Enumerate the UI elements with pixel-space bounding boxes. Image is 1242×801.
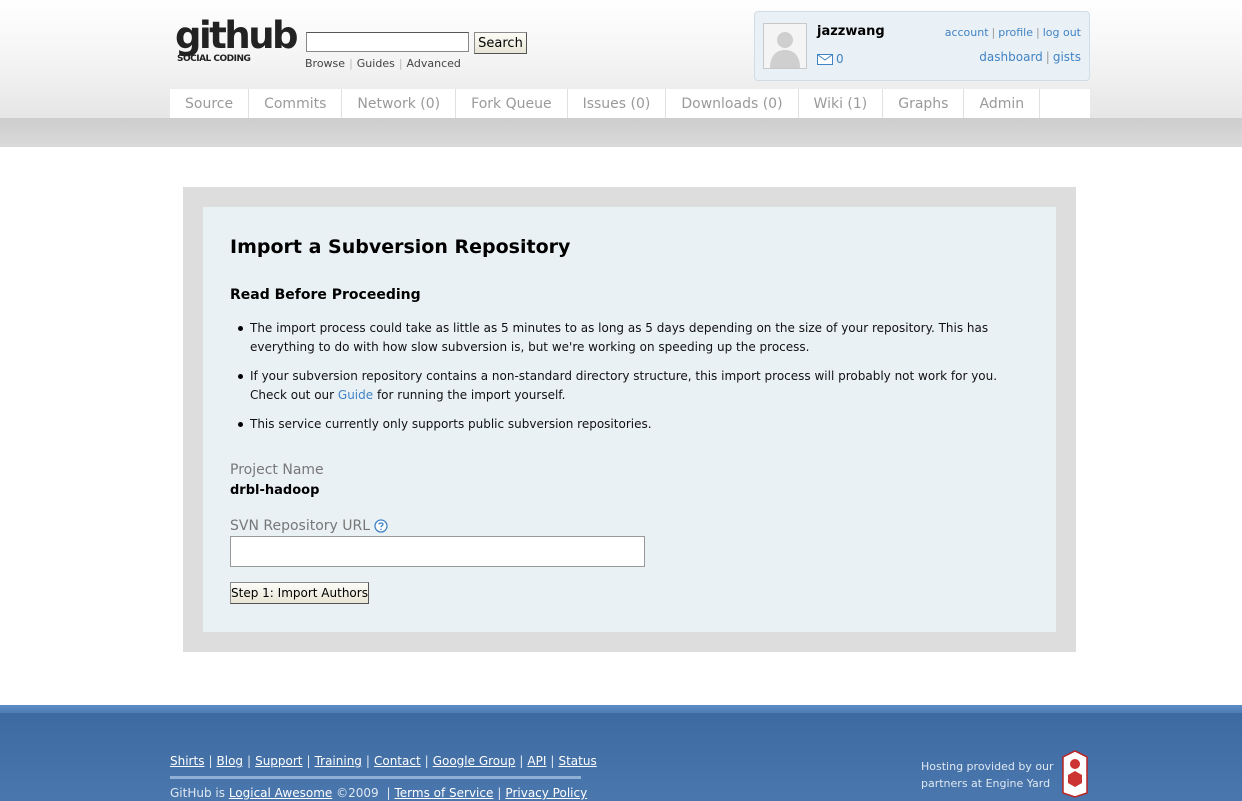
advanced-link[interactable]: Advanced	[407, 57, 461, 70]
logical-awesome-link[interactable]: Logical Awesome	[229, 786, 332, 800]
hosting-line: partners at Engine Yard	[921, 777, 1051, 790]
page-title: Import a Subversion Repository	[230, 236, 571, 258]
svn-url-label-text: SVN Repository URL	[230, 518, 371, 534]
gists-link[interactable]: gists	[1053, 50, 1081, 64]
list-item: If your subversion repository contains a…	[238, 367, 1035, 405]
footer-copyright: GitHub is Logical Awesome ©2009 | Terms o…	[170, 786, 588, 800]
project-name-label: Project Name	[230, 462, 324, 478]
footer-link-google-group[interactable]: Google Group	[433, 754, 516, 768]
repo-tabs: Source Commits Network (0) Fork Queue Is…	[170, 89, 1090, 118]
svn-url-input[interactable]	[230, 536, 645, 567]
import-authors-button[interactable]: Step 1: Import Authors	[230, 582, 369, 604]
account-links: account | profile | log out	[944, 26, 1081, 39]
footer-links: Shirts | Blog | Support | Training | Contact | Goo…	[170, 754, 597, 768]
username[interactable]: jazzwang	[817, 24, 885, 39]
engine-yard-logo-icon[interactable]	[1059, 749, 1091, 799]
site-footer: Shirts | Blog | Support | Training | Contact | Goo…	[0, 705, 1242, 801]
dashboard-links: dashboard | gists	[979, 50, 1081, 64]
import-panel: Import a Subversion Repository Read Befo…	[203, 207, 1056, 632]
privacy-link[interactable]: Privacy Policy	[505, 786, 587, 800]
footer-link-support[interactable]: Support	[255, 754, 302, 768]
tab-admin[interactable]: Admin	[964, 89, 1041, 118]
tab-source[interactable]: Source	[170, 89, 250, 118]
search-links: Browse | Guides | Advanced	[305, 57, 461, 70]
tab-wiki[interactable]: Wiki (1)	[799, 89, 884, 118]
list-item: The import process could take as little …	[238, 319, 1035, 357]
hosting-note: Hosting provided by our partners at Engi…	[921, 758, 1061, 792]
tab-graphs[interactable]: Graphs	[883, 89, 965, 118]
copyright-text: GitHub is	[170, 786, 229, 800]
tab-downloads[interactable]: Downloads (0)	[666, 89, 799, 118]
search-button[interactable]: Search	[474, 32, 527, 54]
footer-link-contact[interactable]: Contact	[374, 754, 421, 768]
guide-link[interactable]: Guide	[338, 388, 373, 402]
messages-link[interactable]: 0	[817, 52, 844, 66]
account-link[interactable]: account	[945, 26, 989, 39]
hosting-line: Hosting provided by our	[921, 760, 1054, 773]
logout-link[interactable]: log out	[1043, 26, 1081, 39]
tab-fork-queue[interactable]: Fork Queue	[456, 89, 568, 118]
tab-issues[interactable]: Issues (0)	[568, 89, 667, 118]
tab-commits[interactable]: Commits	[249, 89, 343, 118]
footer-divider	[170, 776, 581, 779]
import-panel-frame: Import a Subversion Repository Read Befo…	[183, 187, 1076, 652]
header-band	[0, 118, 1242, 147]
terms-link[interactable]: Terms of Service	[394, 786, 493, 800]
footer-link-training[interactable]: Training	[315, 754, 362, 768]
project-name-value: drbl-hadoop	[230, 483, 320, 498]
user-box: jazzwang 0 account | profile | log out dashb…	[754, 11, 1090, 81]
avatar[interactable]	[763, 23, 807, 69]
list-item-text: for running the import yourself.	[373, 388, 566, 402]
footer-link-blog[interactable]: Blog	[217, 754, 244, 768]
footer-link-status[interactable]: Status	[558, 754, 596, 768]
message-count: 0	[836, 52, 844, 66]
footer-link-shirts[interactable]: Shirts	[170, 754, 204, 768]
guides-link[interactable]: Guides	[357, 57, 395, 70]
browse-link[interactable]: Browse	[305, 57, 345, 70]
dashboard-link[interactable]: dashboard	[979, 50, 1042, 64]
github-logo[interactable]: github SOCIAL CODING	[175, 14, 299, 68]
default-avatar-icon	[764, 24, 806, 68]
copyright-year: ©2009	[332, 786, 383, 800]
footer-body: Shirts | Blog | Support | Training | Contact | Goo…	[0, 713, 1242, 801]
svn-url-label: SVN Repository URL	[230, 518, 388, 534]
footer-link-api[interactable]: API	[527, 754, 546, 768]
logo-wordmark: github	[175, 14, 299, 57]
profile-link[interactable]: profile	[998, 26, 1033, 39]
list-item: This service currently only supports pub…	[238, 415, 1035, 434]
site-header: github SOCIAL CODING Search Browse | Guide…	[0, 0, 1242, 147]
section-title: Read Before Proceeding	[230, 287, 421, 303]
notice-list: The import process could take as little …	[238, 319, 1035, 444]
help-icon[interactable]	[374, 519, 388, 533]
envelope-icon	[817, 53, 833, 65]
tab-network[interactable]: Network (0)	[342, 89, 457, 118]
search-input[interactable]	[306, 32, 469, 52]
